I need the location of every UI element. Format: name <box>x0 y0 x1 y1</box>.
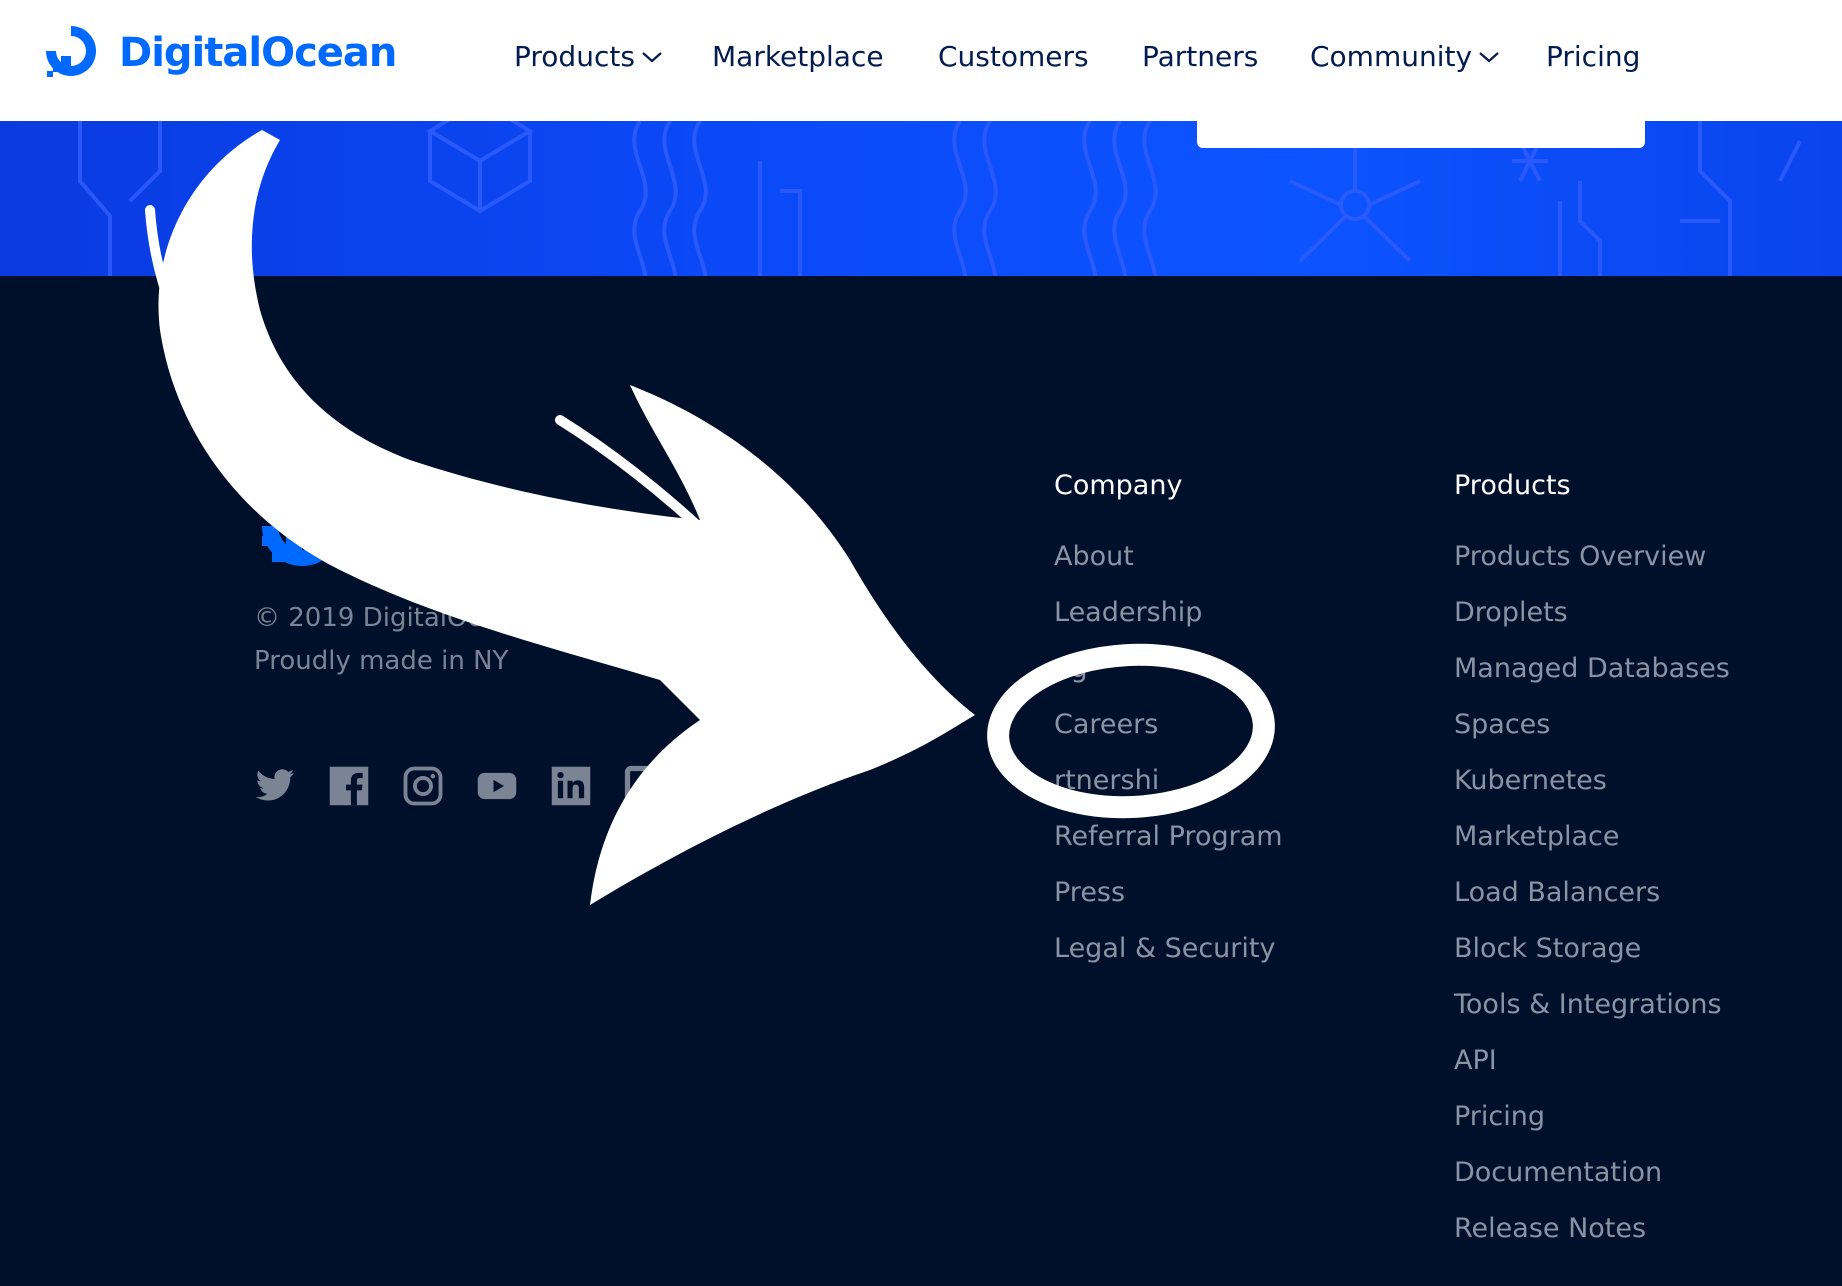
footer-link-documentation[interactable]: Documentation <box>1454 1157 1662 1188</box>
footer-copyright: © 2019 DigitalOc <box>254 603 482 633</box>
search-panel-edge[interactable] <box>1197 121 1645 148</box>
partial-icon[interactable] <box>624 765 666 807</box>
footer-link-legal-security[interactable]: Legal & Security <box>1054 933 1275 964</box>
nav-marketplace[interactable]: Marketplace <box>712 40 884 73</box>
digitalocean-logo-icon[interactable] <box>254 478 350 574</box>
footer-link-partnerships[interactable]: rtnershi <box>1054 765 1159 796</box>
footer-link-blog[interactable]: og <box>1054 653 1088 684</box>
footer-link-about[interactable]: About <box>1054 541 1134 572</box>
footer-link-leadership[interactable]: Leadership <box>1054 597 1202 628</box>
instagram-icon[interactable] <box>402 765 444 807</box>
nav-pricing[interactable]: Pricing <box>1546 40 1640 73</box>
footer-link-managed-databases[interactable]: Managed Databases <box>1454 653 1730 684</box>
footer-link-kubernetes[interactable]: Kubernetes <box>1454 765 1607 796</box>
nav-marketplace-label: Marketplace <box>712 40 884 73</box>
nav-customers[interactable]: Customers <box>938 40 1089 73</box>
footer-link-careers[interactable]: Careers <box>1054 709 1158 740</box>
nav-customers-label: Customers <box>938 40 1089 73</box>
footer-link-release-notes[interactable]: Release Notes <box>1454 1213 1646 1244</box>
top-navigation-bar: DigitalOcean Products Marketplace Custom… <box>0 0 1842 121</box>
chevron-down-icon <box>1479 51 1499 62</box>
footer-link-pricing[interactable]: Pricing <box>1454 1101 1545 1132</box>
nav-community[interactable]: Community <box>1310 40 1500 73</box>
nav-partners-label: Partners <box>1142 40 1259 73</box>
footer-link-tools-integrations[interactable]: Tools & Integrations <box>1454 989 1722 1020</box>
brand-logo[interactable]: DigitalOcean <box>40 20 397 82</box>
nav-partners[interactable]: Partners <box>1142 40 1258 73</box>
linkedin-icon[interactable] <box>550 765 592 807</box>
footer-link-spaces[interactable]: Spaces <box>1454 709 1550 740</box>
footer-tagline: Proudly made in NY <box>254 646 509 676</box>
footer-link-load-balancers[interactable]: Load Balancers <box>1454 877 1660 908</box>
footer-link-api[interactable]: API <box>1454 1045 1497 1076</box>
footer-products-heading: Products <box>1454 470 1571 501</box>
nav-community-label: Community <box>1310 40 1473 73</box>
footer-link-block-storage[interactable]: Block Storage <box>1454 933 1641 964</box>
brand-name: DigitalOcean <box>119 30 397 76</box>
chevron-down-icon <box>642 51 662 62</box>
youtube-icon[interactable] <box>476 765 518 807</box>
footer-link-marketplace[interactable]: Marketplace <box>1454 821 1619 852</box>
nav-products[interactable]: Products <box>514 40 663 73</box>
footer-company-heading: Company <box>1054 470 1183 501</box>
footer-link-referral-program[interactable]: Referral Program <box>1054 821 1283 852</box>
footer-link-press[interactable]: Press <box>1054 877 1125 908</box>
nav-products-label: Products <box>514 40 635 73</box>
footer-link-droplets[interactable]: Droplets <box>1454 597 1568 628</box>
facebook-icon[interactable] <box>328 765 370 807</box>
twitter-icon[interactable] <box>254 765 296 807</box>
digitalocean-logo-icon <box>46 26 96 77</box>
footer-link-products-overview[interactable]: Products Overview <box>1454 541 1706 572</box>
nav-pricing-label: Pricing <box>1546 40 1641 73</box>
